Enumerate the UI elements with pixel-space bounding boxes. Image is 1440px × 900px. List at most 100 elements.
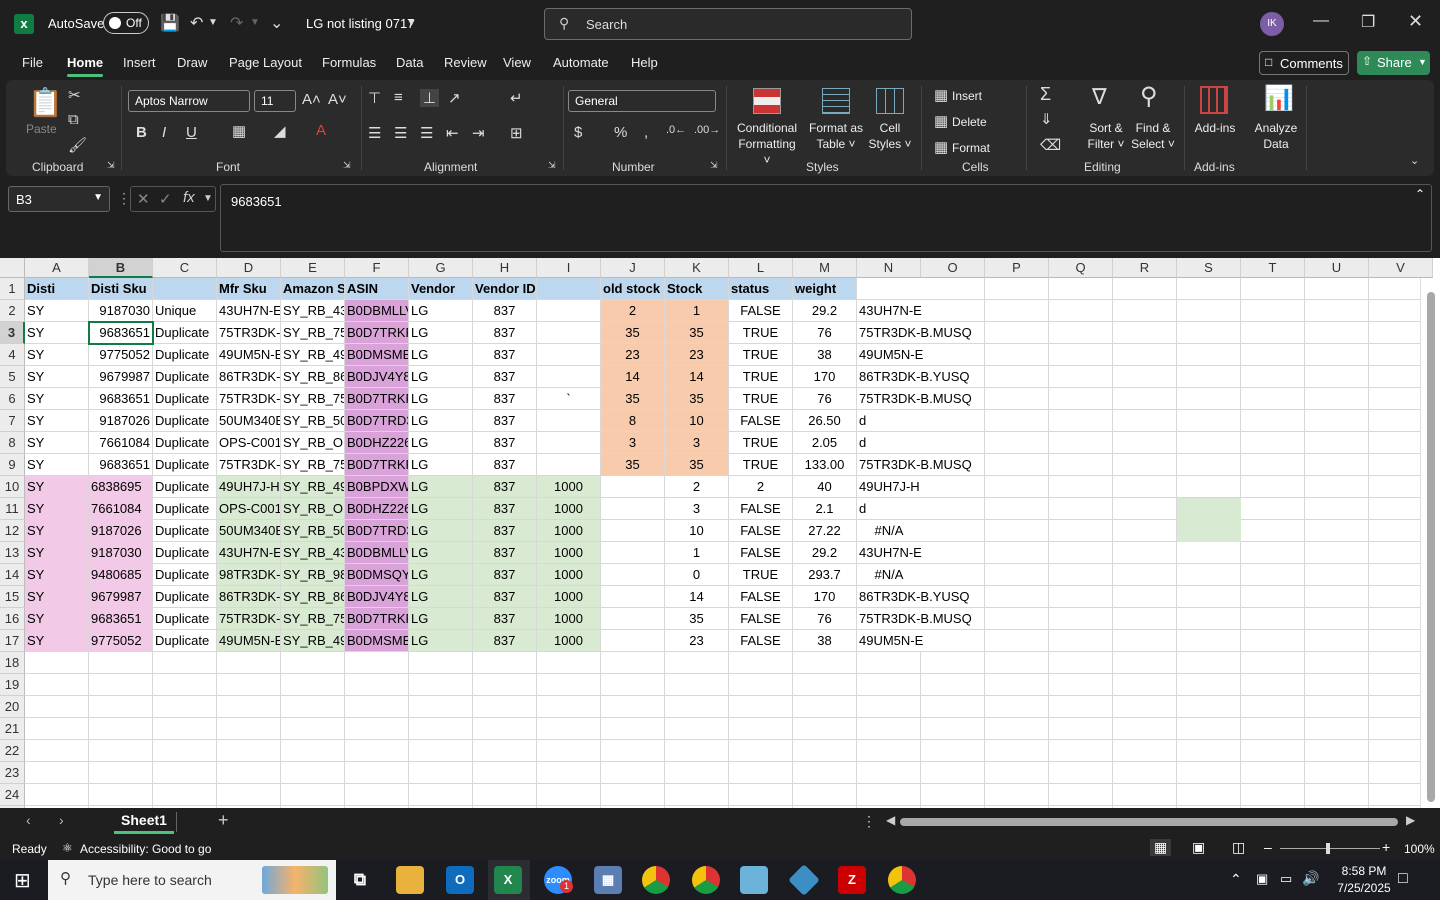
cell[interactable] (1113, 762, 1177, 784)
cell[interactable]: SY_RB_50U (281, 520, 345, 542)
row-header[interactable]: 5 (0, 366, 25, 388)
cell[interactable] (601, 542, 665, 564)
cell[interactable] (985, 784, 1049, 806)
cell[interactable] (1177, 564, 1241, 586)
cell[interactable]: 9679987 (89, 586, 153, 608)
cell[interactable] (921, 278, 985, 300)
cell[interactable]: SY_RB_49U (281, 344, 345, 366)
cell[interactable] (153, 674, 217, 696)
save-icon[interactable]: 💾 (160, 13, 180, 33)
increase-decimal-icon[interactable]: .0← (666, 124, 686, 136)
cell[interactable] (537, 696, 601, 718)
cell[interactable] (153, 278, 217, 300)
cell[interactable] (1305, 586, 1369, 608)
column-header[interactable]: A (25, 258, 89, 278)
cell[interactable]: Amazon S (281, 278, 345, 300)
cell[interactable]: 26.50 (793, 410, 857, 432)
cell[interactable]: 35 (601, 322, 665, 344)
cell[interactable] (1177, 322, 1241, 344)
cell[interactable]: SY_RB_75T (281, 322, 345, 344)
wrap-text-icon[interactable]: ↵ (510, 89, 523, 107)
cell[interactable] (217, 674, 281, 696)
cell[interactable]: #N/A (857, 520, 921, 542)
cell[interactable] (1049, 520, 1113, 542)
cell[interactable]: 43UH7N-E (857, 300, 922, 322)
cell[interactable]: 6838695 (89, 476, 153, 498)
cell[interactable]: TRUE (729, 432, 793, 454)
cell[interactable]: 837 (473, 564, 537, 586)
cell[interactable]: B0DJV4Y8 (345, 366, 409, 388)
column-header[interactable]: E (281, 258, 345, 278)
cell[interactable] (1049, 322, 1113, 344)
cell[interactable] (1049, 366, 1113, 388)
cell[interactable] (1305, 674, 1369, 696)
cell[interactable] (1113, 696, 1177, 718)
cell[interactable] (1241, 498, 1305, 520)
cell[interactable] (857, 652, 921, 674)
cell[interactable] (1241, 322, 1305, 344)
cell[interactable]: 40 (793, 476, 857, 498)
cell[interactable] (857, 718, 921, 740)
row-header[interactable]: 10 (0, 476, 25, 498)
cell[interactable] (921, 410, 985, 432)
clipboard-launcher-icon[interactable]: ⇲ (107, 160, 115, 171)
comma-style-icon[interactable]: , (644, 124, 648, 141)
cell[interactable] (985, 762, 1049, 784)
cell[interactable] (985, 674, 1049, 696)
cell[interactable]: 14 (601, 366, 665, 388)
cell[interactable] (985, 696, 1049, 718)
avatar[interactable]: IK (1260, 12, 1284, 36)
cell[interactable] (537, 278, 601, 300)
search-box[interactable]: ⚲ Search (544, 8, 912, 40)
font-name-combo[interactable]: Aptos Narrow (128, 90, 250, 112)
cell[interactable] (1177, 586, 1241, 608)
cell[interactable] (857, 740, 921, 762)
cell[interactable]: 9187030 (89, 542, 153, 564)
fill-icon[interactable]: ⇓ (1040, 110, 1053, 128)
cell[interactable] (1049, 542, 1113, 564)
delete-cells-label[interactable]: Delete (952, 114, 987, 130)
cell[interactable]: 29.2 (793, 542, 857, 564)
cell[interactable] (1305, 652, 1369, 674)
cell[interactable] (1177, 608, 1241, 630)
column-header[interactable]: N (857, 258, 921, 278)
cell[interactable] (537, 322, 601, 344)
cell[interactable]: 2 (665, 476, 729, 498)
row-header[interactable]: 8 (0, 432, 25, 454)
cell[interactable] (1113, 520, 1177, 542)
cell[interactable] (89, 652, 153, 674)
cell[interactable] (985, 300, 1049, 322)
cell[interactable]: 35 (601, 388, 665, 410)
cell[interactable] (985, 454, 1049, 476)
tab-data[interactable]: Data (396, 55, 423, 70)
cell[interactable]: 1000 (537, 542, 601, 564)
cell[interactable] (1241, 454, 1305, 476)
notifications-icon[interactable]: □ (1398, 870, 1408, 888)
cell[interactable] (281, 674, 345, 696)
app-diamond-icon[interactable] (788, 864, 820, 896)
cell[interactable]: B0D7TRKP (345, 454, 409, 476)
cell[interactable]: 3 (665, 498, 729, 520)
cell[interactable]: 837 (473, 608, 537, 630)
tab-formulas[interactable]: Formulas (322, 55, 376, 70)
column-header[interactable]: O (921, 258, 985, 278)
page-break-view-icon[interactable]: ◫ (1232, 839, 1245, 856)
tab-automate[interactable]: Automate (553, 55, 609, 70)
scroll-right-icon[interactable]: ▶ (1406, 813, 1415, 827)
tab-help[interactable]: Help (631, 55, 658, 70)
cell[interactable] (1241, 652, 1305, 674)
cell[interactable] (153, 718, 217, 740)
cell[interactable] (1177, 278, 1241, 300)
cell[interactable] (921, 740, 985, 762)
cell[interactable]: LG (409, 388, 473, 410)
cell[interactable] (985, 344, 1049, 366)
cell[interactable] (1305, 762, 1369, 784)
cell[interactable]: 43UH7N-E (857, 542, 922, 564)
cell[interactable] (1113, 674, 1177, 696)
format-cells-icon[interactable]: ▦ (934, 138, 948, 156)
cell[interactable]: 1000 (537, 564, 601, 586)
orientation-icon[interactable]: ↗ (448, 89, 461, 107)
row-header[interactable]: 19 (0, 674, 25, 696)
zoom-level[interactable]: 100% (1404, 842, 1435, 856)
sort-filter-icon[interactable]: ∇ (1092, 84, 1107, 110)
